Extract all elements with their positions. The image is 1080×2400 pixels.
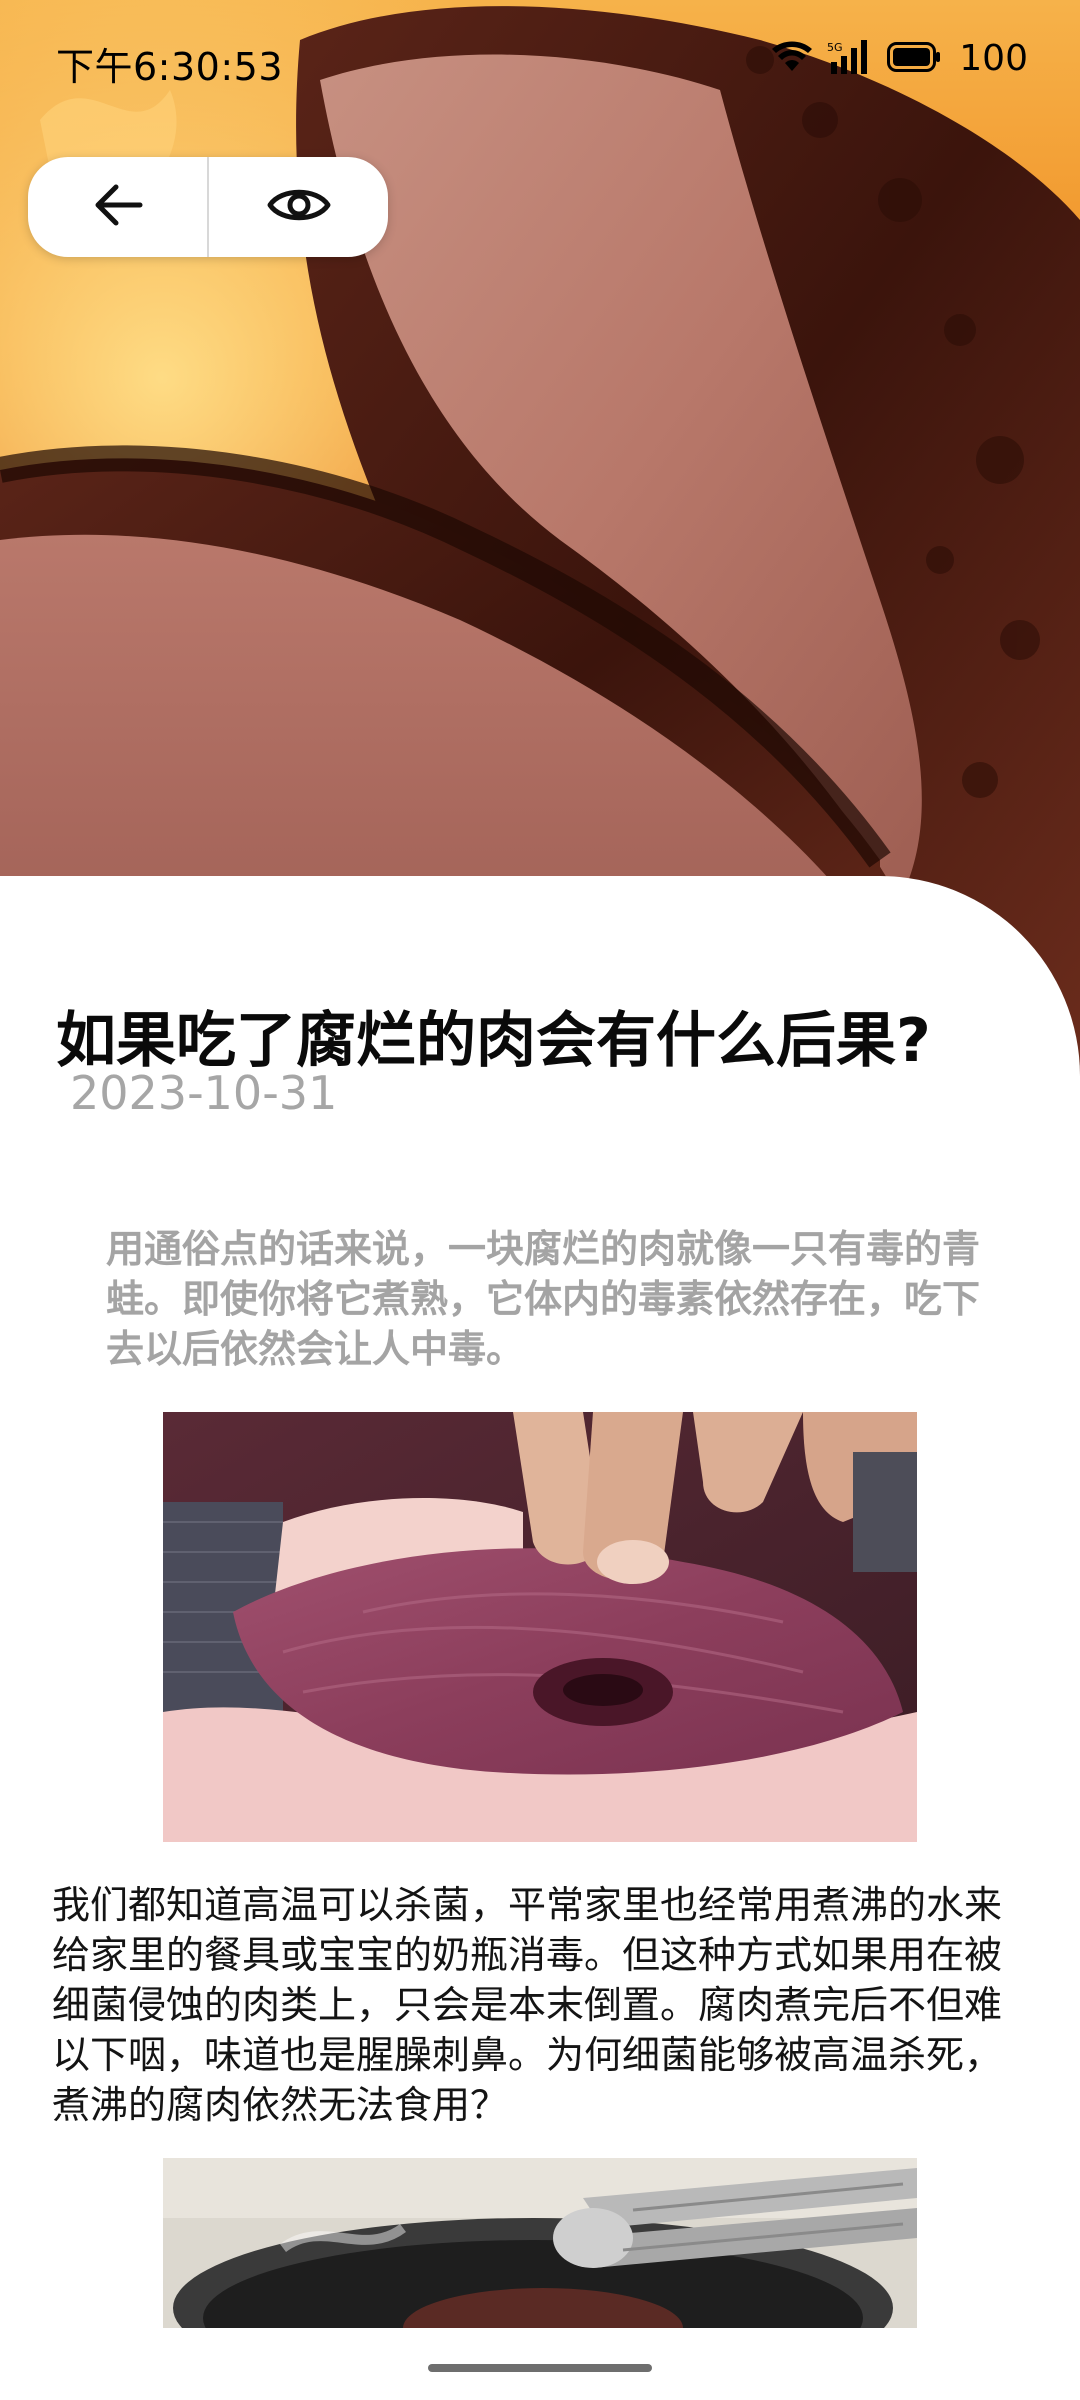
article-image-boiling-pot bbox=[163, 2158, 917, 2328]
home-indicator-bar[interactable] bbox=[428, 2364, 652, 2372]
status-time: 下午6:30:53 bbox=[56, 45, 283, 89]
status-bar: 下午6:30:53 5G 100 bbox=[0, 0, 1080, 120]
status-icons: 5G 100 bbox=[771, 38, 1028, 79]
back-button[interactable] bbox=[28, 157, 207, 257]
cellular-signal-icon: 5G bbox=[827, 39, 873, 78]
article-body-paragraph: 我们都知道高温可以杀菌，平常家里也经常用煮沸的水来给家里的餐具或宝宝的奶瓶消毒。… bbox=[52, 1883, 1003, 2127]
article-date: 2023-10-31 bbox=[70, 1066, 338, 1120]
battery-level: 100 bbox=[959, 38, 1028, 79]
network-type-label: 5G bbox=[827, 41, 843, 54]
eye-icon bbox=[267, 183, 331, 231]
article-lead-quote: 用通俗点的话来说，一块腐烂的肉就像一只有毒的青蛙。即使你将它煮熟，它体内的毒素依… bbox=[106, 1227, 981, 1371]
arrow-left-icon bbox=[92, 183, 144, 231]
wifi-icon bbox=[771, 41, 813, 77]
battery-icon bbox=[887, 41, 941, 76]
view-toggle-button[interactable] bbox=[209, 157, 388, 257]
top-nav-capsule bbox=[28, 157, 388, 257]
article-image-rotten-meat bbox=[163, 1412, 917, 1842]
